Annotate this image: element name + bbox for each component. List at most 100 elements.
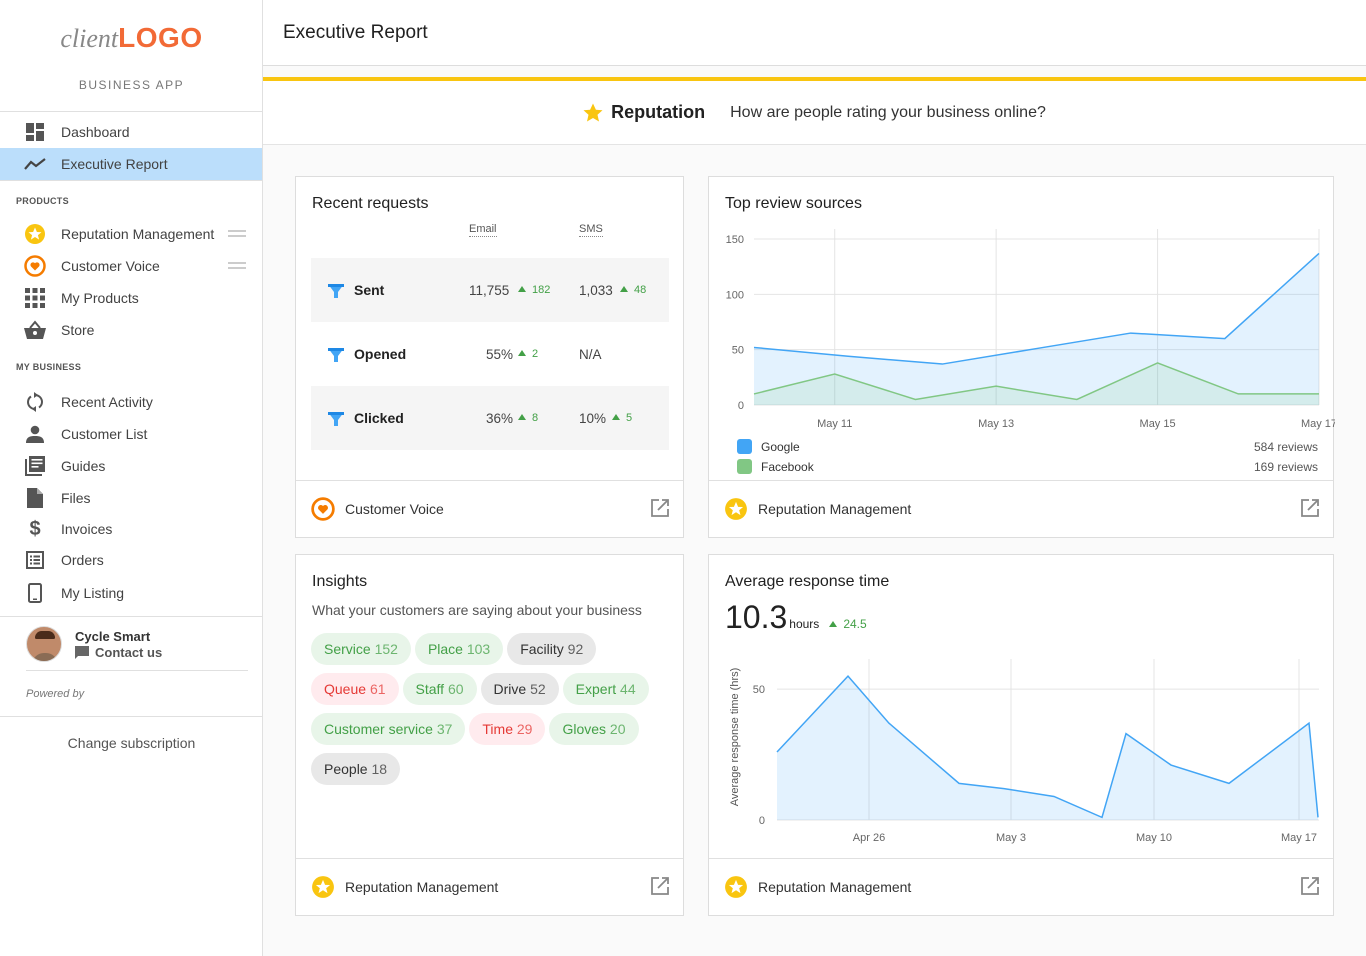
x-tick-label: May 10 bbox=[1136, 832, 1172, 844]
section-title: Reputation bbox=[611, 102, 706, 122]
user-name: Cycle Smart bbox=[75, 628, 151, 644]
response-time-unit: hours bbox=[789, 617, 820, 631]
heart-badge-icon bbox=[311, 497, 335, 521]
nav-customer-voice[interactable]: Customer Voice bbox=[0, 250, 262, 282]
card-footer-link[interactable]: Reputation Management bbox=[709, 480, 1333, 537]
open-in-new-icon[interactable] bbox=[1301, 499, 1319, 517]
funnel-icon bbox=[328, 412, 344, 426]
review-count: 169 reviews bbox=[1253, 460, 1318, 474]
dollar-icon: $ bbox=[29, 517, 41, 540]
open-in-new-icon[interactable] bbox=[651, 877, 669, 895]
insight-chip[interactable]: Queue 61 bbox=[311, 673, 399, 705]
nav-invoices-label: Invoices bbox=[61, 521, 113, 537]
nav-invoices[interactable]: $ Invoices bbox=[0, 513, 262, 545]
insight-chip[interactable]: Place 103 bbox=[414, 633, 504, 665]
nav-reputation-management[interactable]: Reputation Management bbox=[0, 218, 262, 250]
legend-label: Google bbox=[761, 439, 800, 454]
chip-count: 60 bbox=[447, 681, 464, 697]
insight-chips: Service 152 Place 103 Facility 92 Queue 61 S… bbox=[311, 633, 671, 793]
y-tick-label: 0 bbox=[759, 815, 765, 827]
series-area bbox=[777, 676, 1318, 820]
y-tick-label: 100 bbox=[726, 289, 744, 301]
top-bar: Executive Report bbox=[263, 0, 1366, 66]
chip-label: Facility bbox=[520, 641, 564, 657]
nav-recent-activity[interactable]: Recent Activity bbox=[0, 386, 262, 418]
nav-dashboard[interactable]: Dashboard bbox=[0, 116, 262, 148]
y-tick-label: 50 bbox=[732, 345, 744, 357]
section-question: How are people rating your business onli… bbox=[730, 103, 1046, 121]
chip-label: Queue bbox=[324, 681, 367, 697]
products-header: PRODUCTS bbox=[16, 196, 69, 206]
nav-customer-list[interactable]: Customer List bbox=[0, 418, 262, 450]
x-tick-label: May 13 bbox=[978, 418, 1014, 430]
insight-chip[interactable]: Customer service 37 bbox=[311, 713, 466, 745]
row-label: Clicked bbox=[354, 410, 404, 426]
insight-chip[interactable]: Staff 60 bbox=[402, 673, 477, 705]
insight-chip[interactable]: Drive 52 bbox=[480, 673, 559, 705]
powered-by: Powered by bbox=[26, 688, 85, 700]
insight-chip[interactable]: Gloves 20 bbox=[549, 713, 639, 745]
drag-handle-icon[interactable] bbox=[228, 262, 246, 269]
grid-icon bbox=[24, 287, 46, 309]
chip-count: 52 bbox=[530, 681, 546, 697]
insight-chip[interactable]: Time 29 bbox=[469, 713, 546, 745]
user-profile[interactable]: Cycle Smart Contact us bbox=[26, 626, 162, 662]
sms-delta-value: 48 bbox=[634, 284, 647, 296]
response-time-delta-value: 24.5 bbox=[843, 617, 867, 631]
chip-label: Time bbox=[482, 721, 513, 737]
nav-guides[interactable]: Guides bbox=[0, 450, 262, 482]
column-header-sms[interactable]: SMS bbox=[579, 223, 603, 237]
footer-label: Customer Voice bbox=[345, 501, 444, 517]
email-delta: 8 bbox=[518, 412, 538, 424]
app-label: BUSINESS APP bbox=[78, 78, 185, 92]
nav-executive-report[interactable]: Executive Report bbox=[0, 148, 262, 180]
nav-my-products-label: My Products bbox=[61, 290, 139, 306]
email-value: 55% bbox=[486, 346, 514, 362]
insight-chip[interactable]: Facility 92 bbox=[507, 633, 597, 665]
nav-my-products[interactable]: My Products bbox=[0, 282, 262, 314]
recent-requests-card: Recent requests Email SMS Sent 11,755 18… bbox=[295, 176, 684, 538]
legend-item-google[interactable]: Google bbox=[737, 439, 800, 454]
nav-orders[interactable]: Orders bbox=[0, 544, 262, 576]
insight-chip[interactable]: Service 152 bbox=[311, 633, 411, 665]
phone-icon bbox=[24, 582, 46, 604]
x-tick-label: May 3 bbox=[996, 832, 1026, 844]
divider bbox=[26, 670, 248, 671]
card-footer-link[interactable]: Reputation Management bbox=[296, 858, 683, 915]
card-footer-link[interactable]: Reputation Management bbox=[709, 858, 1333, 915]
library-icon bbox=[24, 455, 46, 477]
avatar[interactable] bbox=[26, 626, 62, 662]
legend-item-facebook[interactable]: Facebook bbox=[737, 459, 814, 474]
review-count: 584 reviews bbox=[1253, 440, 1318, 454]
insight-chip[interactable]: Expert 44 bbox=[562, 673, 649, 705]
drag-handle-icon[interactable] bbox=[228, 230, 246, 237]
column-header-email[interactable]: Email bbox=[469, 223, 497, 237]
response-time-delta: 24.5 bbox=[829, 617, 867, 631]
footer-label: Reputation Management bbox=[758, 501, 912, 517]
change-subscription-link[interactable]: Change subscription bbox=[0, 735, 263, 751]
open-in-new-icon[interactable] bbox=[1301, 877, 1319, 895]
average-response-time-card: Average response time 10.3 hours 24.5 Aver… bbox=[708, 554, 1334, 916]
client-logo[interactable]: clientLOGO bbox=[0, 22, 263, 54]
top-review-sources-card: Top review sources 0 50 100 150 May 11 May 13… bbox=[708, 176, 1335, 538]
y-axis-label: Average response time (hrs) bbox=[729, 668, 741, 807]
card-title: Average response time bbox=[725, 573, 890, 590]
nav-store[interactable]: Store bbox=[0, 314, 262, 346]
sms-value: 10% bbox=[579, 410, 607, 426]
insight-chip[interactable]: People 18 bbox=[311, 753, 401, 785]
x-tick-label: Apr 26 bbox=[853, 832, 885, 844]
basket-icon bbox=[24, 319, 46, 341]
open-in-new-icon[interactable] bbox=[651, 499, 669, 517]
card-footer-link[interactable]: Customer Voice bbox=[296, 480, 683, 537]
divider bbox=[0, 716, 262, 717]
up-arrow-icon bbox=[612, 414, 620, 420]
heart-badge-icon bbox=[24, 255, 46, 277]
y-tick-label: 0 bbox=[738, 400, 744, 412]
sms-value: N/A bbox=[579, 346, 602, 362]
contact-us-link[interactable]: Contact us bbox=[75, 645, 162, 660]
nav-my-listing[interactable]: My Listing bbox=[0, 577, 262, 609]
nav-files[interactable]: Files bbox=[0, 482, 262, 514]
refresh-icon bbox=[24, 391, 46, 413]
star-badge-icon bbox=[724, 497, 748, 521]
x-tick-label: May 17 bbox=[1281, 832, 1317, 844]
